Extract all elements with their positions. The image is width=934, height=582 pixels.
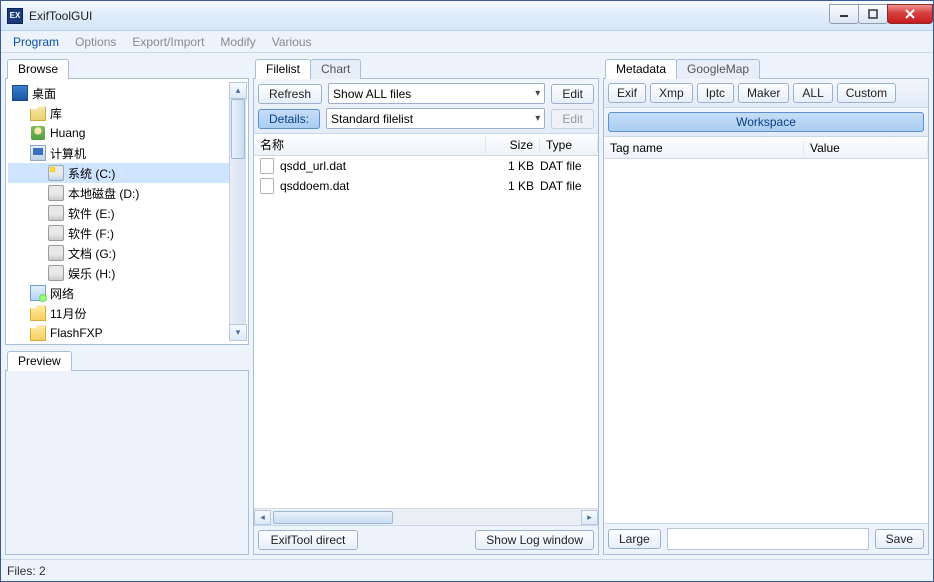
iptc-button[interactable]: Iptc (697, 83, 734, 103)
drive-icon (48, 265, 64, 281)
maximize-button[interactable] (858, 4, 888, 24)
menu-various[interactable]: Various (264, 33, 320, 51)
tree-folder-nov[interactable]: 11月份 (8, 303, 229, 323)
col-tag-name[interactable]: Tag name (604, 141, 804, 155)
tree-desktop[interactable]: 桌面 (8, 83, 229, 103)
large-button[interactable]: Large (608, 529, 661, 549)
tree-user[interactable]: Huang (8, 123, 229, 143)
tree-folder-flash[interactable]: FlashFXP (8, 323, 229, 343)
file-hscroll[interactable]: ◂ ▸ (254, 508, 598, 525)
drive-icon (48, 165, 64, 181)
statusbar: Files: 2 (1, 559, 933, 581)
preview-panel (5, 371, 249, 555)
col-name[interactable]: 名称 (254, 136, 486, 153)
details-toggle[interactable]: Details: (258, 109, 320, 129)
menu-program[interactable]: Program (5, 33, 67, 51)
exiftool-direct-button[interactable]: ExifTool direct (258, 530, 358, 550)
folder-tree[interactable]: 桌面 库 Huang 计算机 系统 (C:) 本地磁盘 (D:) 软件 (E:)… (6, 79, 248, 344)
menu-modify[interactable]: Modify (212, 33, 263, 51)
titlebar: EX ExifToolGUI (1, 1, 933, 31)
col-value[interactable]: Value (804, 141, 928, 155)
scroll-left-icon[interactable]: ◂ (254, 510, 271, 525)
mid-tabstrip: Filelist Chart (253, 57, 599, 79)
tree-libraries[interactable]: 库 (8, 103, 229, 123)
all-button[interactable]: ALL (793, 83, 832, 103)
tree-scrollbar[interactable]: ▴ ▾ (229, 83, 246, 340)
tree-network[interactable]: 网络 (8, 283, 229, 303)
xmp-button[interactable]: Xmp (650, 83, 693, 103)
show-log-button[interactable]: Show Log window (475, 530, 594, 550)
refresh-button[interactable]: Refresh (258, 84, 322, 104)
save-button[interactable]: Save (875, 529, 924, 549)
close-button[interactable] (887, 4, 933, 24)
library-icon (30, 105, 46, 121)
window-title: ExifToolGUI (29, 9, 830, 23)
menu-export-import[interactable]: Export/Import (124, 33, 212, 51)
custom-button[interactable]: Custom (837, 83, 896, 103)
drive-icon (48, 185, 64, 201)
file-row[interactable]: qsdd_url.dat1 KBDAT file (254, 156, 598, 176)
meta-grid-body[interactable] (604, 159, 928, 523)
tab-googlemap[interactable]: GoogleMap (676, 59, 760, 79)
chevron-down-icon: ▾ (535, 113, 540, 124)
tree-drive-g[interactable]: 文档 (G:) (8, 243, 229, 263)
network-icon (30, 285, 46, 301)
tab-chart[interactable]: Chart (310, 59, 361, 79)
left-tabstrip: Browse (5, 57, 249, 79)
tab-browse[interactable]: Browse (7, 59, 69, 79)
desktop-icon (12, 85, 28, 101)
tree-computer[interactable]: 计算机 (8, 143, 229, 163)
tree-drive-c[interactable]: 系统 (C:) (8, 163, 229, 183)
scroll-down-icon[interactable]: ▾ (229, 324, 247, 341)
file-grid-body[interactable]: qsdd_url.dat1 KBDAT fileqsddoem.dat1 KBD… (254, 156, 598, 508)
file-grid-header: 名称 Size Type (254, 134, 598, 156)
tree-drive-d[interactable]: 本地磁盘 (D:) (8, 183, 229, 203)
preview-tabstrip: Preview (5, 349, 249, 371)
app-window: EX ExifToolGUI Program Options Export/Im… (0, 0, 934, 582)
maker-button[interactable]: Maker (738, 83, 789, 103)
drive-icon (48, 225, 64, 241)
folder-icon (30, 305, 46, 321)
tree-drive-f[interactable]: 软件 (F:) (8, 223, 229, 243)
app-icon: EX (7, 8, 23, 24)
listtype-combo[interactable]: Standard filelist▾ (326, 108, 545, 129)
drive-icon (48, 205, 64, 221)
edit-listtype-button: Edit (551, 109, 594, 129)
drive-icon (48, 245, 64, 261)
menu-options[interactable]: Options (67, 33, 124, 51)
folder-icon (30, 325, 46, 341)
status-file-count: Files: 2 (7, 564, 46, 578)
file-row[interactable]: qsddoem.dat1 KBDAT file (254, 176, 598, 196)
col-size[interactable]: Size (486, 138, 540, 152)
tree-drive-e[interactable]: 软件 (E:) (8, 203, 229, 223)
tab-metadata[interactable]: Metadata (605, 59, 677, 79)
file-icon (260, 158, 274, 174)
edit-filter-button[interactable]: Edit (551, 84, 594, 104)
scroll-up-icon[interactable]: ▴ (229, 82, 247, 99)
col-type[interactable]: Type (540, 138, 598, 152)
right-tabstrip: Metadata GoogleMap (603, 57, 929, 79)
minimize-button[interactable] (829, 4, 859, 24)
user-icon (30, 125, 46, 141)
exif-button[interactable]: Exif (608, 83, 646, 103)
tab-filelist[interactable]: Filelist (255, 59, 311, 79)
scroll-thumb[interactable] (273, 511, 393, 524)
meta-grid-header: Tag name Value (604, 137, 928, 159)
file-icon (260, 178, 274, 194)
scroll-right-icon[interactable]: ▸ (581, 510, 598, 525)
computer-icon (30, 145, 46, 161)
tab-preview[interactable]: Preview (7, 351, 72, 371)
tree-drive-h[interactable]: 娱乐 (H:) (8, 263, 229, 283)
scroll-thumb[interactable] (231, 99, 245, 159)
chevron-down-icon: ▾ (535, 88, 540, 99)
workspace-button[interactable]: Workspace (608, 112, 924, 132)
filter-combo[interactable]: Show ALL files▾ (328, 83, 545, 104)
menubar: Program Options Export/Import Modify Var… (1, 31, 933, 53)
meta-value-input[interactable] (667, 528, 869, 550)
